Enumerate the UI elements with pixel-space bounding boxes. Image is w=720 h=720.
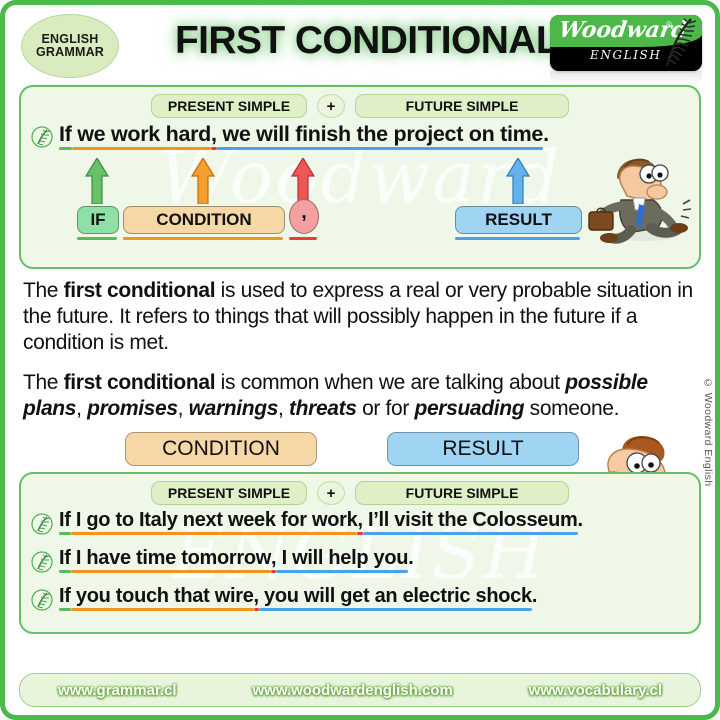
plus-separator-bottom: + bbox=[317, 481, 346, 506]
sentence-period: . bbox=[543, 122, 549, 146]
para2-sep-2: , bbox=[177, 397, 189, 421]
ex1-result: I’ll visit the Colosseum bbox=[362, 509, 578, 532]
footer-links-bar: www.grammar.cl www.woodwardenglish.com w… bbox=[19, 673, 701, 707]
para2-promises: promises bbox=[87, 397, 178, 421]
ex2-period: . bbox=[408, 547, 414, 570]
sentence-if: If bbox=[59, 122, 72, 146]
chip-present-simple-bottom: PRESENT SIMPLE bbox=[150, 481, 308, 506]
para2-persuading: persuading bbox=[414, 397, 525, 421]
chip-present-simple: PRESENT SIMPLE bbox=[150, 94, 308, 118]
formula-diagram: IF CONDITION , RESULT bbox=[21, 148, 699, 246]
ex2-if: If bbox=[59, 547, 71, 570]
label-result: RESULT bbox=[455, 206, 582, 234]
ex2-result: I will help you bbox=[276, 547, 409, 570]
ex3-if: If bbox=[59, 585, 71, 608]
ex1-condition: I go to Italy next week for work bbox=[70, 509, 358, 532]
top-example-sentence-row: If we work hard, we will finish the proj… bbox=[21, 118, 699, 148]
ex1-if: If bbox=[59, 509, 71, 532]
label-comma: , bbox=[289, 199, 319, 234]
para1-part-a: The bbox=[23, 279, 64, 302]
top-tense-chips: PRESENT SIMPLE + FUTURE SIMPLE bbox=[21, 87, 699, 118]
sentence-result: we will finish the project on time bbox=[216, 122, 544, 146]
para1-emphasis: first conditional bbox=[63, 279, 216, 302]
fern-bullet-icon bbox=[31, 551, 53, 573]
fern-bullet-icon bbox=[31, 589, 53, 611]
example-sentence-1: If I go to Italy next week for work, I’l… bbox=[59, 509, 583, 532]
woodward-english-logo: Woodward ® ENGLISH bbox=[550, 15, 702, 71]
para2-part-m: someone. bbox=[524, 397, 620, 421]
chip-future-simple-bottom: FUTURE SIMPLE bbox=[355, 481, 570, 506]
arrow-up-green-icon bbox=[84, 158, 110, 204]
plus-separator: + bbox=[317, 94, 346, 118]
logo-reflection bbox=[550, 71, 702, 85]
header: ENGLISH GRAMMAR FIRST CONDITIONAL Woodwa… bbox=[5, 5, 715, 85]
underline-result bbox=[455, 237, 580, 240]
arrow-up-blue-icon bbox=[505, 158, 531, 204]
ex3-result: you will get an electric shock bbox=[258, 585, 532, 608]
bottom-tense-chips: PRESENT SIMPLE + FUTURE SIMPLE bbox=[21, 474, 699, 506]
underline-comma bbox=[289, 237, 317, 240]
arrow-up-orange-icon bbox=[190, 158, 216, 204]
label-condition: CONDITION bbox=[123, 206, 285, 234]
sentence-comma: , bbox=[211, 122, 217, 146]
underline-condition bbox=[123, 237, 283, 240]
footer-link-grammar[interactable]: www.grammar.cl bbox=[58, 682, 177, 699]
para2-part-a: The bbox=[23, 371, 64, 395]
paragraph-definition: The first conditional is used to express… bbox=[23, 278, 697, 356]
top-example-sentence: If we work hard, we will finish the proj… bbox=[59, 122, 549, 147]
example-row-1: If I go to Italy next week for work, I’l… bbox=[21, 505, 699, 535]
fern-logo-icon bbox=[665, 18, 697, 67]
footer-link-woodwardenglish[interactable]: www.woodwardenglish.com bbox=[252, 682, 452, 699]
fern-bullet-icon bbox=[31, 126, 53, 148]
para2-sep-3: , bbox=[278, 397, 290, 421]
footer-link-vocabulary[interactable]: www.vocabulary.cl bbox=[529, 682, 662, 699]
para2-sep-1: , bbox=[76, 397, 88, 421]
para2-part-c: is common when we are talking about bbox=[215, 371, 566, 395]
ex3-condition: you touch that wire bbox=[70, 585, 254, 608]
ex1-comma: , bbox=[357, 509, 363, 532]
mid-label-result: RESULT bbox=[387, 432, 579, 467]
para2-threats: threats bbox=[289, 397, 357, 421]
poster: ENGLISH GRAMMAR FIRST CONDITIONAL Woodwa… bbox=[0, 0, 720, 720]
para2-part-k: or for bbox=[356, 397, 415, 421]
para2-emphasis-term: first conditional bbox=[63, 371, 216, 395]
ex3-period: . bbox=[531, 585, 538, 608]
ex3-comma: , bbox=[253, 585, 260, 608]
example-sentence-3: If you touch that wire, you will get an … bbox=[59, 585, 537, 608]
para2-warnings: warnings bbox=[188, 397, 279, 421]
running-businessman-cartoon bbox=[588, 158, 692, 244]
example-row-3: If you touch that wire, you will get an … bbox=[21, 573, 699, 611]
ex2-condition: I have time tomorrow bbox=[70, 547, 272, 570]
mid-label-condition: CONDITION bbox=[125, 432, 317, 467]
arrow-up-red-icon bbox=[290, 158, 316, 204]
bottom-examples-box: ENGLISH PRESENT SIMPLE + FUTURE SIMPLE I… bbox=[19, 472, 701, 635]
ex1-period: . bbox=[577, 509, 584, 532]
example-row-2: If I have time tomorrow, I will help you… bbox=[21, 535, 699, 573]
top-formula-box: Woodward PRESENT SIMPLE + FUTURE SIMPLE … bbox=[19, 85, 701, 269]
example-sentence-2: If I have time tomorrow, I will help you… bbox=[59, 547, 414, 570]
logo-subtitle: ENGLISH bbox=[590, 48, 662, 62]
label-if: IF bbox=[77, 206, 119, 234]
fern-bullet-icon bbox=[31, 513, 53, 535]
chip-future-simple: FUTURE SIMPLE bbox=[355, 94, 570, 118]
paragraph-usage: The first conditional is common when we … bbox=[23, 370, 697, 422]
sentence-condition: we work hard bbox=[71, 122, 212, 146]
underline-if bbox=[77, 237, 117, 240]
